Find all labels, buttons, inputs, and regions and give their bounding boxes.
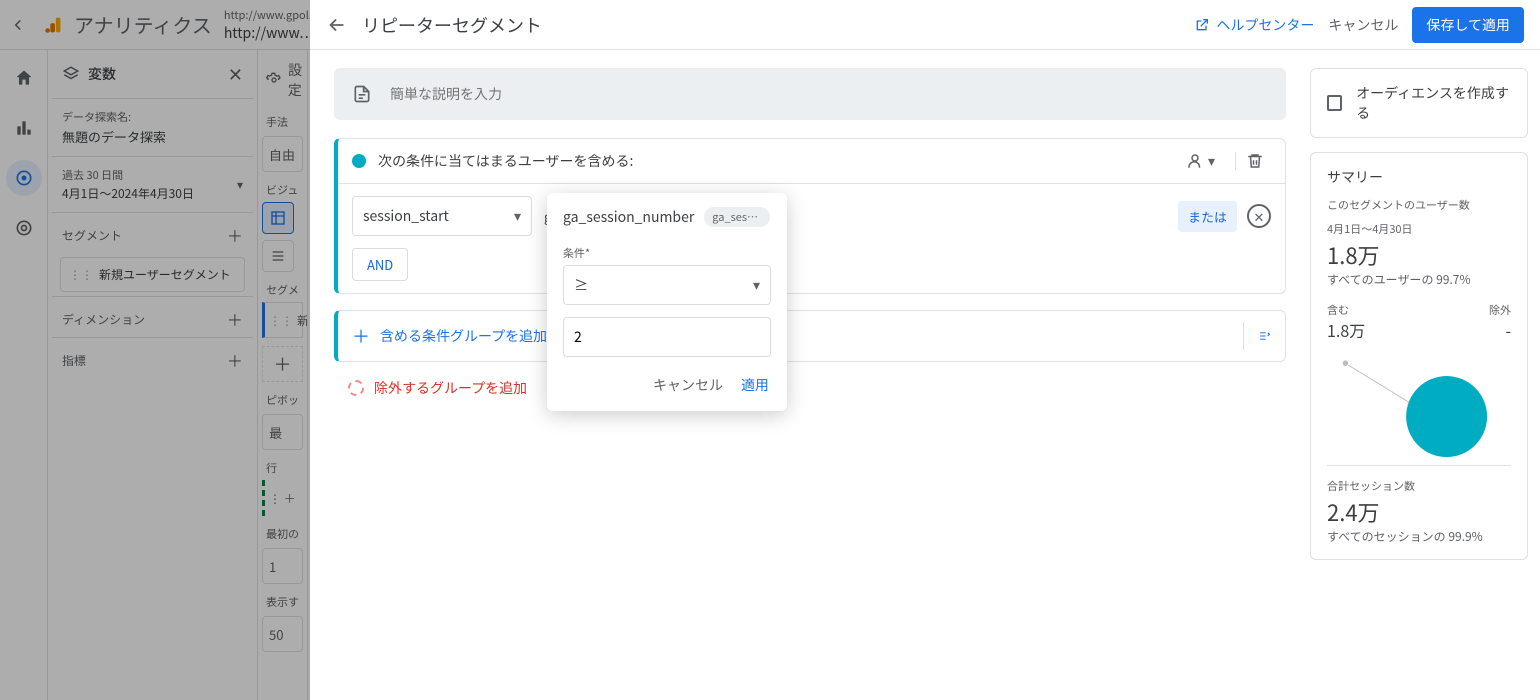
segment-builder-panel: リピーターセグメント ヘルプセンター キャンセル 保存して適用 次の条件に当ては… [310,0,1540,700]
summary-title: サマリー [1327,167,1511,187]
exclude-label: 除外するグループを追加 [374,378,527,398]
help-center-link[interactable]: ヘルプセンター [1194,15,1314,35]
exclude-small-label: 除外 [1489,302,1511,318]
description-input[interactable] [390,84,1268,104]
checkbox-icon [1327,95,1342,111]
popover-apply-button[interactable]: 適用 [741,375,769,395]
exclude-value: - [1489,318,1511,342]
add-group-button[interactable]: 含める条件グループを追加 [380,326,1233,346]
description-icon [352,84,372,104]
create-audience-label: オーディエンスを作成する [1356,83,1511,123]
add-group-row: ＋ 含める条件グループを追加 [334,310,1286,362]
popover-param-chip: ga_sessi… [704,207,770,227]
summary-column: オーディエンスを作成する サマリー このセグメントのユーザー数 4月1日～4月3… [1310,50,1540,700]
condition-popover: ga_session_number ga_sessi… 条件* ≥ ▾ キャンセ… [547,193,787,411]
open-in-new-icon [1194,17,1210,33]
popover-operator-value: ≥ [574,275,588,295]
include-small-label: 含む [1327,302,1365,318]
or-button[interactable]: または [1178,201,1237,232]
summary-venn-chart [1327,346,1511,466]
include-indicator-icon [352,154,366,168]
popover-operator-select[interactable]: ≥ ▾ [563,265,771,305]
help-center-label: ヘルプセンター [1216,15,1314,35]
chevron-down-icon: ▾ [514,206,521,226]
sessions-value: 2.4万 [1327,496,1511,528]
and-button[interactable]: AND [352,248,408,281]
users-date-range: 4月1日～4月30日 [1327,221,1511,237]
plus-icon: ＋ [352,323,370,349]
event-select[interactable]: session_start ▾ [352,196,532,236]
chevron-down-icon: ▾ [753,275,760,295]
builder-area: 次の条件に当てはまるユーザーを含める: ▾ session_start ▾ [310,50,1310,700]
users-pct: すべてのユーザーの 99.7% [1327,271,1511,288]
users-count-label: このセグメントのユーザー数 [1327,197,1511,213]
cancel-button[interactable]: キャンセル [1328,15,1398,35]
include-value: 1.8万 [1327,318,1365,342]
panel-header: リピーターセグメント ヘルプセンター キャンセル 保存して適用 [310,0,1540,50]
scope-selector[interactable]: ▾ [1186,151,1215,171]
popover-value-input-wrap [563,317,771,357]
panel-back-button[interactable] [326,14,362,36]
sessions-label: 合計セッション数 [1327,478,1511,494]
save-apply-button[interactable]: 保存して適用 [1412,7,1524,43]
delete-group-button[interactable] [1235,152,1271,170]
users-count: 1.8万 [1327,239,1511,271]
event-value: session_start [363,206,449,226]
include-title: 次の条件に当てはまるユーザーを含める: [378,151,633,171]
chevron-down-icon: ▾ [1208,151,1215,171]
popover-cancel-button[interactable]: キャンセル [653,375,723,395]
include-condition-card: 次の条件に当てはまるユーザーを含める: ▾ session_start ▾ [334,138,1286,294]
description-row [334,68,1286,120]
popover-condition-label: 条件* [547,231,787,265]
summary-card: サマリー このセグメントのユーザー数 4月1日～4月30日 1.8万 すべてのユ… [1310,152,1528,560]
add-exclude-group[interactable]: 除外するグループを追加 [334,378,1286,398]
condition-row: session_start ▾ ga_session_number ga_ses… [352,196,1271,236]
sessions-pct: すべてのセッションの 99.9% [1327,528,1511,545]
panel-title: リピーターセグメント [362,12,1194,38]
popover-param-name: ga_session_number [563,207,694,227]
create-audience-checkbox[interactable]: オーディエンスを作成する [1310,68,1528,138]
remove-condition-button[interactable]: ✕ [1247,204,1271,228]
exclude-icon [348,380,364,396]
popover-value-input[interactable] [574,327,760,347]
add-sequence-button[interactable] [1243,322,1271,350]
